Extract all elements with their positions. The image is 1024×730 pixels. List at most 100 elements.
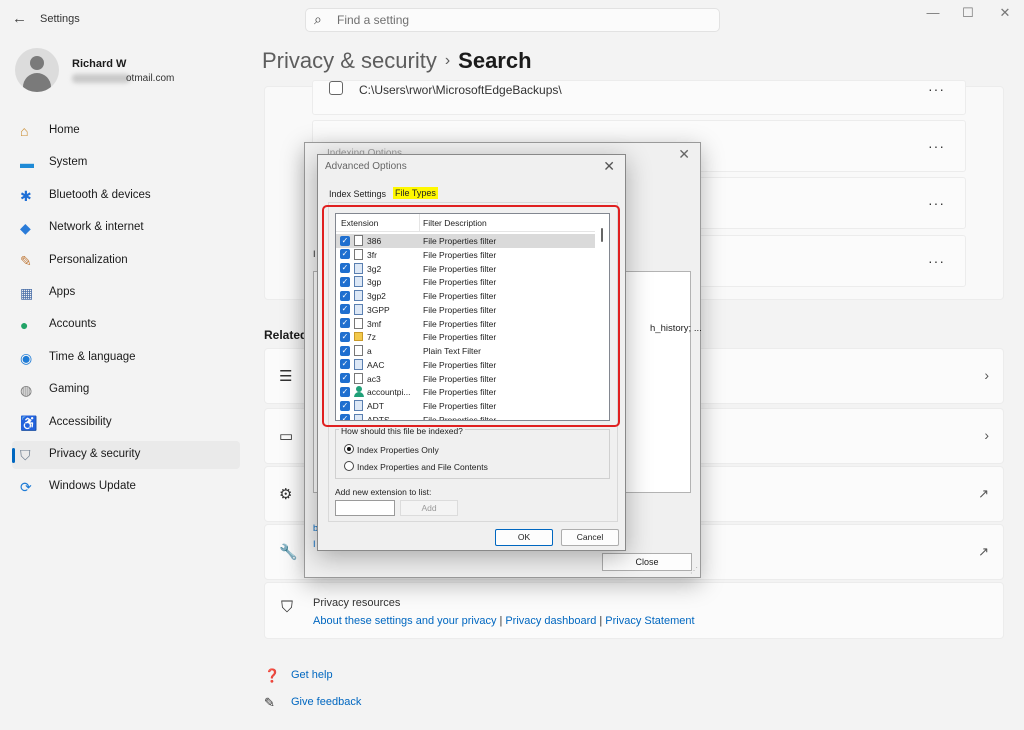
sidebar-item-gaming[interactable]: ◍ Gaming: [12, 376, 240, 404]
tab-file-types[interactable]: File Types: [393, 187, 438, 199]
sidebar-item-bluetooth-devices[interactable]: ✱ Bluetooth & devices: [12, 182, 240, 210]
sidebar-item-time-language[interactable]: ◉ Time & language: [12, 344, 240, 372]
sidebar-item-accessibility[interactable]: ♿ Accessibility: [12, 409, 240, 437]
index-question-label: How should this file be indexed?: [339, 426, 465, 436]
location-path: C:\Users\rwor\MicrosoftEdgeBackups\: [359, 83, 562, 97]
search-icon: ⌕: [314, 11, 322, 27]
truncated-label: I: [313, 249, 316, 259]
list-icon: ☰: [279, 368, 293, 385]
sidebar-item-label: Accounts: [49, 318, 97, 331]
radio-label[interactable]: Index Properties and File Contents: [357, 462, 488, 472]
add-button[interactable]: Add: [400, 500, 458, 516]
get-help-label[interactable]: Get help: [291, 669, 333, 681]
close-button[interactable]: ✕: [990, 5, 1020, 21]
sidebar-item-label: System: [49, 156, 88, 169]
privacy-statement-link[interactable]: Privacy Statement: [605, 615, 694, 627]
tab-index-settings[interactable]: Index Settings: [329, 189, 386, 199]
related-heading: Related: [264, 328, 308, 342]
sidebar-item-privacy-security[interactable]: ⛉ Privacy & security: [12, 441, 240, 469]
sidebar-item-system[interactable]: ▬ System: [12, 149, 240, 177]
sidebar-item-apps[interactable]: ▦ Apps: [12, 279, 240, 307]
close-icon[interactable]: ✕: [678, 146, 690, 163]
page-title: Search: [458, 48, 532, 73]
breadcrumb: Privacy & security › Search: [262, 48, 532, 74]
more-options-icon[interactable]: ···: [928, 195, 945, 211]
close-button[interactable]: Close: [602, 553, 692, 571]
title-bar: ← Settings ⌕ Find a setting — ☐ ✕: [0, 0, 1024, 40]
excluded-location-row: C:\Users\rwor\MicrosoftEdgeBackups\ ···: [312, 80, 966, 115]
close-icon[interactable]: ✕: [603, 158, 615, 175]
highlight-annotation: [322, 205, 620, 427]
chevron-right-icon: ›: [984, 427, 989, 443]
breadcrumb-parent[interactable]: Privacy & security: [262, 48, 437, 73]
ok-button[interactable]: OK: [495, 529, 553, 546]
sidebar-item-label: Network & internet: [49, 221, 144, 234]
privacy-links: About these settings and your privacy | Pr…: [313, 615, 695, 627]
privacy-resources-title: Privacy resources: [313, 597, 401, 609]
sidebar-item-accounts[interactable]: ● Accounts: [12, 311, 240, 339]
new-extension-input[interactable]: [335, 500, 395, 516]
dialog-title: Advanced Options: [325, 161, 407, 172]
update-icon: ⟳: [20, 479, 32, 496]
link-separator: |: [499, 615, 503, 627]
location-summary-text: h_history; ...: [650, 323, 702, 334]
brush-icon: ✎: [20, 252, 32, 269]
link-separator: |: [599, 615, 603, 627]
system-icon: ▬: [20, 155, 34, 172]
avatar[interactable]: [15, 48, 59, 92]
give-feedback-label[interactable]: Give feedback: [291, 696, 361, 708]
minimize-button[interactable]: —: [918, 5, 948, 20]
maximize-button[interactable]: ☐: [953, 5, 983, 21]
more-options-icon[interactable]: ···: [928, 81, 945, 97]
bluetooth-icon: ✱: [20, 187, 32, 204]
resize-grip-icon[interactable]: ⋰: [690, 566, 698, 575]
radio-properties-only[interactable]: [344, 444, 354, 454]
cancel-button[interactable]: Cancel: [561, 529, 619, 546]
sidebar-item-label: Home: [49, 124, 80, 136]
back-arrow-icon[interactable]: ←: [12, 10, 27, 27]
sidebar-item-network-internet[interactable]: ◆ Network & internet: [12, 214, 240, 242]
breadcrumb-separator: ›: [444, 52, 451, 69]
sidebar-item-home[interactable]: ⌂ Home: [12, 117, 240, 145]
privacy-dashboard-link[interactable]: Privacy dashboard: [505, 615, 596, 627]
privacy-resources-card: ⛉ Privacy resources About these settings…: [264, 582, 1004, 639]
sidebar-item-label: Personalization: [49, 253, 128, 266]
add-extension-label: Add new extension to list:: [335, 487, 432, 497]
about-settings-link[interactable]: About these settings and your privacy: [313, 615, 496, 627]
gamepad-icon: ◍: [20, 382, 33, 399]
search-input[interactable]: ⌕ Find a setting: [305, 8, 720, 32]
sidebar-item-label: Gaming: [49, 383, 90, 396]
sidebar-item-label: Bluetooth & devices: [49, 188, 151, 201]
sidebar-item-label: Time & language: [49, 350, 136, 363]
app-title: Settings: [40, 13, 80, 25]
user-email: otmail.com: [126, 73, 175, 84]
apps-icon: ▦: [20, 285, 34, 301]
home-icon: ⌂: [20, 123, 29, 139]
external-link-icon: ↗: [978, 544, 989, 559]
sidebar-item-personalization[interactable]: ✎ Personalization: [12, 247, 240, 275]
more-options-icon[interactable]: ···: [928, 253, 945, 269]
help-icon: ❓: [264, 668, 281, 683]
sidebar-item-label: Apps: [49, 286, 76, 298]
sidebar-item-label: Privacy & security: [49, 448, 141, 460]
radio-properties-and-contents[interactable]: [344, 461, 354, 471]
truncated-link[interactable]: I: [313, 539, 316, 549]
shield-icon: ⛉: [281, 599, 294, 616]
selection-indicator: [12, 448, 15, 463]
feedback-icon: ✎: [264, 695, 275, 710]
gear-icon: ⚙: [279, 486, 293, 503]
accounts-icon: ●: [20, 317, 29, 334]
folder-checkbox[interactable]: [329, 81, 343, 95]
shield-icon: ⛉: [20, 447, 31, 463]
sidebar-item-label: Windows Update: [49, 480, 136, 493]
radio-label[interactable]: Index Properties Only: [357, 445, 439, 455]
globe-icon: ◉: [20, 349, 33, 366]
search-placeholder: Find a setting: [337, 13, 410, 27]
wifi-icon: ◆: [20, 220, 31, 237]
accessibility-icon: ♿: [20, 414, 38, 431]
drive-icon: ▭: [279, 428, 294, 445]
chevron-right-icon: ›: [984, 367, 989, 383]
more-options-icon[interactable]: ···: [928, 138, 945, 154]
sidebar-item-windows-update[interactable]: ⟳ Windows Update: [12, 473, 240, 501]
user-name: Richard W: [72, 58, 127, 70]
